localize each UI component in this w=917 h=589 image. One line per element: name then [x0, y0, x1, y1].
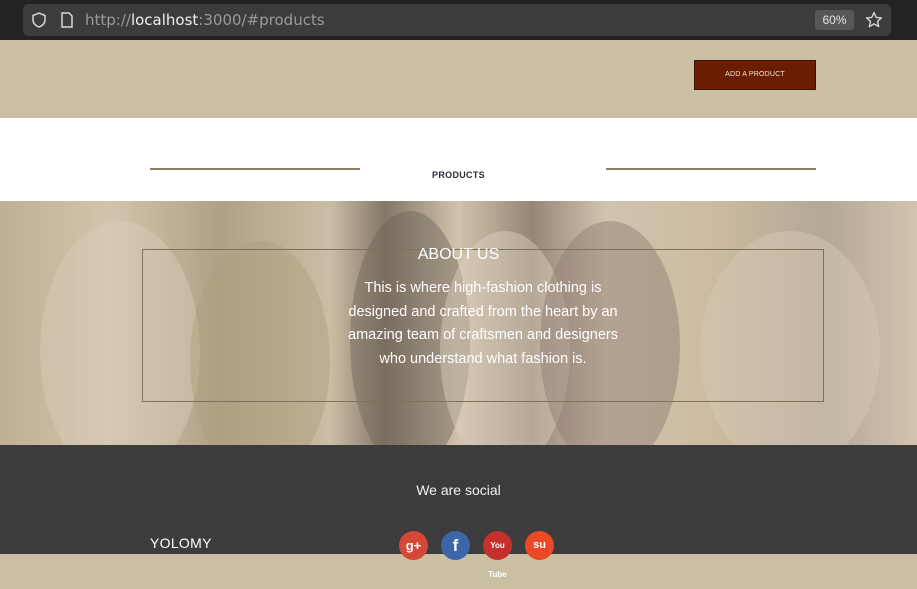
bookmark-star-icon[interactable]	[865, 11, 883, 29]
site-header: ADD A PRODUCT	[0, 40, 917, 118]
zoom-indicator[interactable]: 60%	[815, 10, 854, 30]
brand-name[interactable]: YOLOMY	[150, 535, 212, 551]
google-plus-icon[interactable]: g+	[399, 531, 428, 560]
url-path: :3000/#products	[198, 11, 325, 29]
url-host: localhost	[130, 11, 199, 29]
address-bar[interactable]: http://localhost:3000/#products 60%	[23, 4, 891, 36]
browser-toolbar: http://localhost:3000/#products 60%	[0, 0, 917, 40]
shield-icon[interactable]	[31, 12, 47, 28]
site-footer: We are social YOLOMY g+ f You Tube su	[0, 445, 917, 579]
products-heading: PRODUCTS	[432, 170, 485, 180]
page-icon	[61, 12, 73, 28]
stumbleupon-icon[interactable]: su	[525, 531, 554, 560]
add-product-button[interactable]: ADD A PRODUCT	[694, 60, 816, 90]
url-text[interactable]: http://localhost:3000/#products	[85, 10, 325, 30]
facebook-icon[interactable]: f	[441, 531, 470, 560]
about-description: This is where high-fashion clothing is d…	[348, 280, 618, 367]
about-heading: ABOUT US	[417, 246, 500, 263]
about-section: ABOUT US This is where high-fashion clot…	[0, 201, 917, 445]
youtube-icon[interactable]: You Tube	[483, 531, 512, 579]
url-scheme: http://	[85, 11, 131, 29]
products-section: PRODUCTS	[0, 118, 917, 201]
social-heading: We are social	[416, 482, 501, 498]
